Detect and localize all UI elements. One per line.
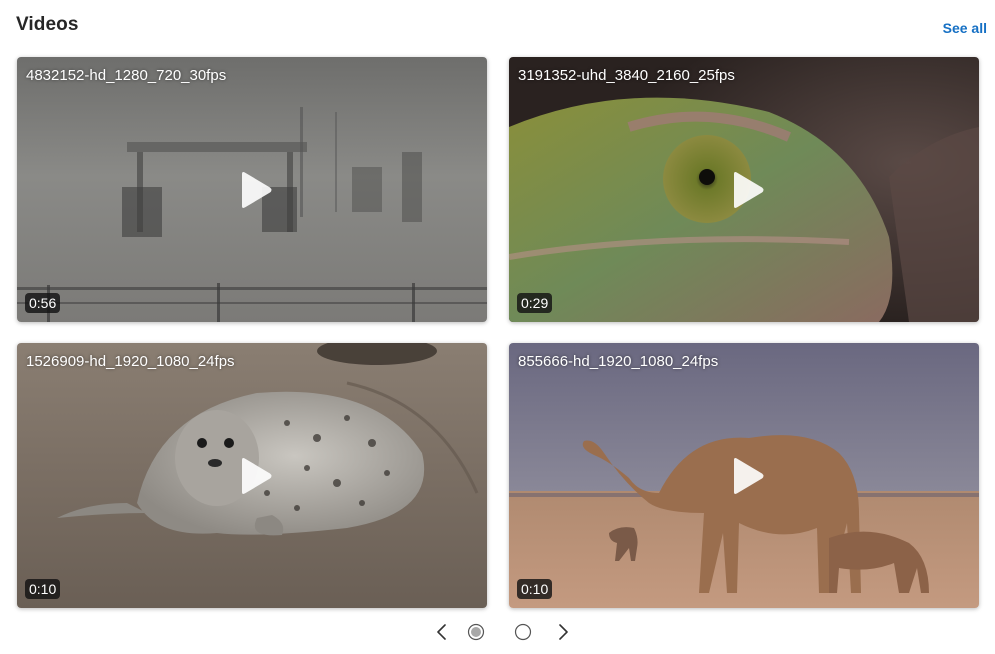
video-title: 3191352-uhd_3840_2160_25fps (518, 67, 735, 84)
video-duration: 0:29 (517, 293, 553, 313)
video-card[interactable]: 1526909-hd_1920_1080_24fps 0:10 (17, 343, 487, 608)
video-title: 4832152-hd_1280_720_30fps (26, 67, 227, 84)
video-card[interactable]: 4832152-hd_1280_720_30fps 0:56 (17, 57, 487, 322)
section-title: Videos (16, 14, 79, 35)
video-duration: 0:10 (25, 579, 61, 599)
page-dot[interactable] (513, 622, 533, 642)
see-all-link[interactable]: See all (943, 20, 987, 36)
videos-section: Videos See all 4832152-hd_1280_720_30fps… (0, 0, 995, 654)
video-card[interactable]: 3191352-uhd_3840_2160_25fps 0:29 (509, 57, 979, 322)
video-duration: 0:56 (25, 293, 61, 313)
carousel-pagination (0, 620, 995, 644)
video-duration: 0:10 (517, 579, 553, 599)
play-icon[interactable] (236, 456, 276, 496)
chevron-right-icon[interactable] (553, 622, 573, 642)
chevron-left-icon[interactable] (432, 622, 452, 642)
video-title: 855666-hd_1920_1080_24fps (518, 353, 719, 370)
play-icon[interactable] (728, 170, 768, 210)
page-dot-active[interactable] (466, 622, 486, 642)
video-card[interactable]: 855666-hd_1920_1080_24fps 0:10 (509, 343, 979, 608)
play-icon[interactable] (728, 456, 768, 496)
play-icon[interactable] (236, 170, 276, 210)
video-title: 1526909-hd_1920_1080_24fps (26, 353, 235, 370)
